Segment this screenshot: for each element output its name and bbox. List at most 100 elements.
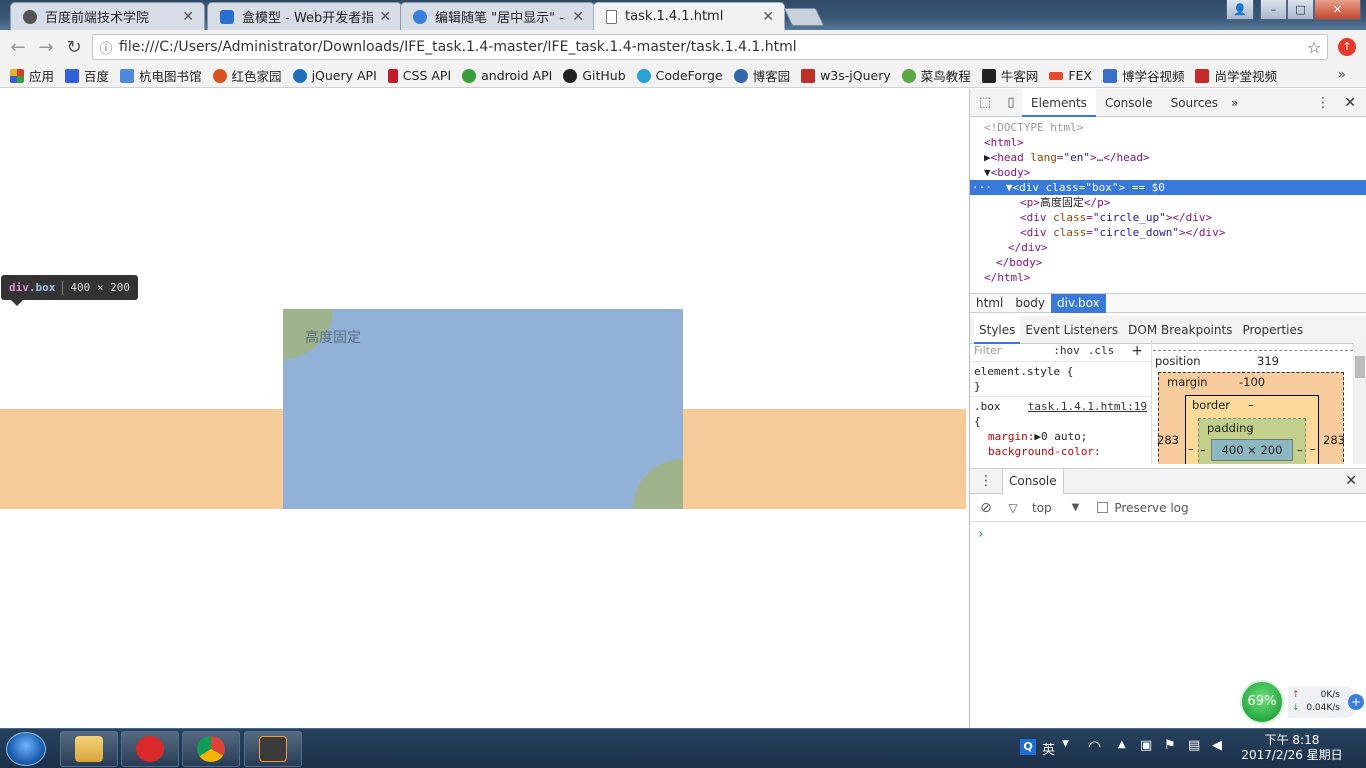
- tab-elements[interactable]: Elements: [1022, 89, 1096, 117]
- taskbar-netease-music[interactable]: [121, 731, 179, 767]
- bookmark-css-api[interactable]: CSS API: [387, 68, 451, 83]
- expand-arrow-icon[interactable]: ▶: [984, 151, 991, 164]
- tab-close-icon[interactable]: ✕: [182, 9, 194, 25]
- bookmark-runoob[interactable]: 菜鸟教程: [901, 66, 971, 85]
- forward-arrow-icon[interactable]: →: [32, 37, 60, 58]
- crumb-body[interactable]: body: [1009, 294, 1051, 313]
- tab-sources[interactable]: Sources: [1162, 89, 1227, 117]
- clear-console-icon[interactable]: ⊘: [970, 500, 1002, 516]
- bookmark-w3s-jquery[interactable]: w3s-jQuery: [801, 68, 891, 83]
- drawer-menu-icon[interactable]: ⋮: [970, 473, 1002, 489]
- add-rule-icon[interactable]: +: [1131, 343, 1143, 359]
- ime-q-icon[interactable]: Q: [1020, 739, 1036, 755]
- minimize-button[interactable]: –: [1260, 0, 1287, 20]
- preserve-log-checkbox[interactable]: [1097, 502, 1109, 513]
- margin-declaration[interactable]: margin:▶0 auto;: [974, 429, 1147, 444]
- devtools-close-icon[interactable]: ✕: [1344, 95, 1356, 111]
- chevron-down-icon[interactable]: ▼: [1072, 502, 1080, 513]
- bookmark-github[interactable]: GitHub: [563, 68, 626, 83]
- flag-icon[interactable]: ⚑: [1164, 738, 1176, 753]
- left-value[interactable]: 283: [1157, 433, 1179, 447]
- dom-circle-down[interactable]: <div class="circle_down"></div>: [970, 225, 1366, 240]
- taskbar-chrome[interactable]: [182, 731, 240, 767]
- network-speed-widget[interactable]: 69% ↑ 0K/s ↓ 0.04K/s +: [1240, 680, 1364, 724]
- new-tab-button[interactable]: [783, 8, 825, 26]
- tab-box-model[interactable]: 盒模型 - Web开发者指南 ✕: [207, 2, 402, 30]
- wifi-icon[interactable]: ◠: [1088, 737, 1101, 755]
- extension-icon[interactable]: ↑: [1338, 38, 1356, 56]
- bg-declaration[interactable]: background-color:: [974, 444, 1147, 459]
- ime-dropdown-icon[interactable]: ▼: [1062, 739, 1069, 749]
- window-close-button[interactable]: ✕: [1314, 0, 1361, 20]
- reload-icon[interactable]: ↻: [60, 37, 88, 58]
- bookmark-jquery-api[interactable]: jQuery API: [292, 68, 377, 83]
- memory-percent[interactable]: 69%: [1240, 680, 1284, 724]
- plus-icon[interactable]: +: [1348, 694, 1364, 710]
- content-box[interactable]: 400 × 200: [1211, 439, 1293, 461]
- scroll-thumb[interactable]: [1355, 356, 1365, 378]
- filter-funnel-icon[interactable]: ▽: [1002, 501, 1024, 515]
- right-value[interactable]: 283: [1323, 433, 1345, 447]
- taskbar-explorer[interactable]: [60, 731, 118, 767]
- position-value[interactable]: 319: [1257, 354, 1279, 368]
- bookmark-baidu[interactable]: 百度: [65, 66, 109, 85]
- tab-close-icon[interactable]: ✕: [379, 9, 391, 25]
- cls-toggle[interactable]: .cls: [1088, 344, 1115, 357]
- volume-icon[interactable]: ◀: [1212, 738, 1222, 753]
- drawer-close-icon[interactable]: ✕: [1345, 473, 1357, 489]
- crumb-html[interactable]: html: [970, 294, 1009, 313]
- profile-button[interactable]: 👤: [1226, 0, 1254, 20]
- collapse-arrow-icon[interactable]: ▼: [1006, 181, 1013, 194]
- dom-body-close[interactable]: </body>: [970, 255, 1366, 270]
- clock[interactable]: 下午 8:18 2017/2/26 星期日: [1232, 733, 1352, 763]
- start-button[interactable]: [6, 732, 46, 766]
- rule-source-link[interactable]: task.1.4.1.html:19: [1028, 399, 1147, 414]
- bookmarks-overflow-icon[interactable]: »: [1337, 67, 1346, 83]
- bookmark-library[interactable]: 杭电图书馆: [120, 66, 202, 85]
- taskbar-sublime[interactable]: [244, 731, 302, 767]
- maximize-button[interactable]: □: [1287, 0, 1314, 20]
- dom-div-close[interactable]: </div>: [970, 240, 1366, 255]
- bookmark-sxt[interactable]: 尚学堂视频: [1195, 66, 1277, 85]
- crumb-div-box[interactable]: div.box: [1051, 293, 1106, 313]
- bookmark-cnblogs[interactable]: 博客园: [733, 66, 790, 85]
- tab-close-icon[interactable]: ✕: [762, 9, 774, 25]
- url-text[interactable]: file:///C:/Users/Administrator/Downloads…: [119, 39, 1301, 55]
- dom-html-open[interactable]: <html>: [970, 135, 1366, 150]
- network-icon[interactable]: ▤: [1188, 738, 1200, 753]
- bookmark-star-icon[interactable]: ☆: [1301, 38, 1327, 57]
- margin-value[interactable]: -100: [1239, 375, 1265, 389]
- ime-mode[interactable]: 英: [1042, 739, 1055, 758]
- bookmark-android-api[interactable]: android API: [462, 68, 552, 83]
- dom-head[interactable]: ▶<head lang="en">…</head>: [970, 150, 1366, 165]
- bookmark-boxuegu[interactable]: 博学谷视频: [1102, 66, 1184, 85]
- info-icon[interactable]: ⓘ: [93, 38, 119, 57]
- border-value[interactable]: –: [1248, 398, 1254, 412]
- filter-input[interactable]: Filter: [974, 344, 1001, 357]
- tab-console[interactable]: Console: [1096, 89, 1162, 117]
- console-tab[interactable]: Console: [1002, 468, 1064, 494]
- inspect-cursor-icon[interactable]: ⬚: [970, 95, 1000, 110]
- more-tabs-icon[interactable]: »: [1227, 89, 1242, 117]
- kebab-menu-icon[interactable]: ⋮: [1316, 95, 1330, 111]
- dom-circle-up[interactable]: <div class="circle_up"></div>: [970, 210, 1366, 225]
- console-prompt[interactable]: ›: [970, 522, 1366, 546]
- context-select[interactable]: top: [1032, 501, 1052, 515]
- box-rule[interactable]: .box task.1.4.1.html:19 { margin:▶0 auto;…: [970, 397, 1151, 461]
- padding-value[interactable]: -: [1249, 421, 1253, 435]
- styles-scrollbar[interactable]: [1353, 340, 1366, 464]
- dom-body-open[interactable]: ▼<body>: [970, 165, 1366, 180]
- tray-app-icon[interactable]: ▣: [1140, 738, 1152, 753]
- back-arrow-icon[interactable]: ←: [4, 37, 32, 58]
- tab-baidu-ife[interactable]: 百度前端技术学院 ✕: [10, 2, 205, 30]
- address-bar[interactable]: ⓘ file:///C:/Users/Administrator/Downloa…: [92, 34, 1328, 60]
- tab-task-active[interactable]: task.1.4.1.html ✕: [593, 2, 785, 30]
- dom-div-box-selected[interactable]: ··· ▼<div class="box"> == $0: [970, 180, 1366, 195]
- tray-expand-icon[interactable]: ▲: [1118, 739, 1126, 750]
- dom-html-close[interactable]: </html>: [970, 270, 1366, 285]
- bookmark-codeforge[interactable]: CodeForge: [636, 68, 723, 83]
- collapse-arrow-icon[interactable]: ▼: [984, 166, 991, 179]
- device-toolbar-icon[interactable]: ▯: [1000, 95, 1022, 110]
- tab-cnblogs-edit[interactable]: 编辑随笔 "居中显示" - 博 ✕: [400, 2, 595, 30]
- hov-toggle[interactable]: :hov: [1053, 344, 1080, 357]
